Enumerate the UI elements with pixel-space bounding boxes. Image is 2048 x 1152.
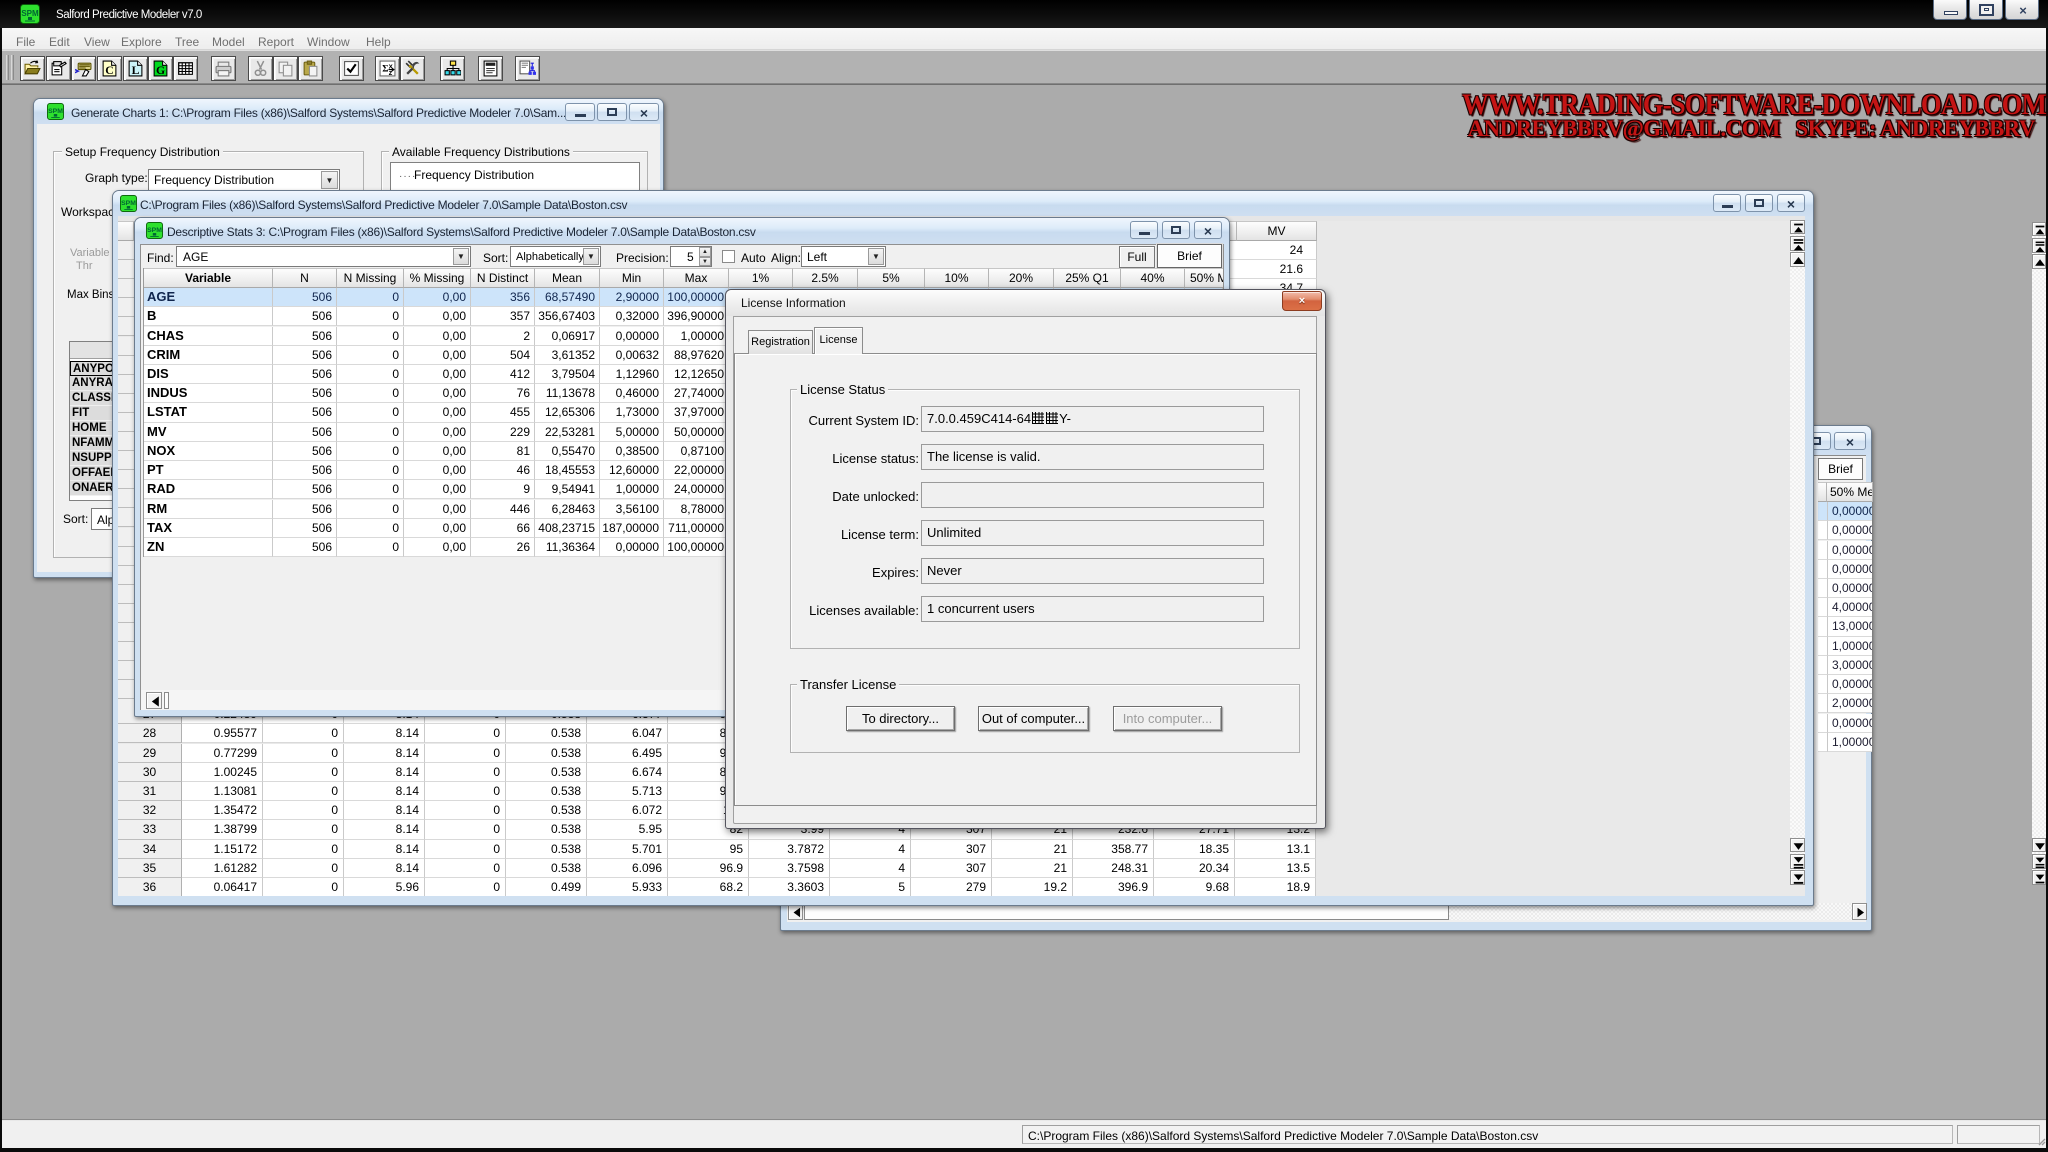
svg-text:C: C [105, 64, 113, 77]
svg-text:L: L [132, 64, 140, 77]
svg-text:G: G [156, 64, 165, 77]
svg-text:Σ: Σ [382, 64, 388, 75]
svg-text:SPM: SPM [21, 9, 39, 18]
